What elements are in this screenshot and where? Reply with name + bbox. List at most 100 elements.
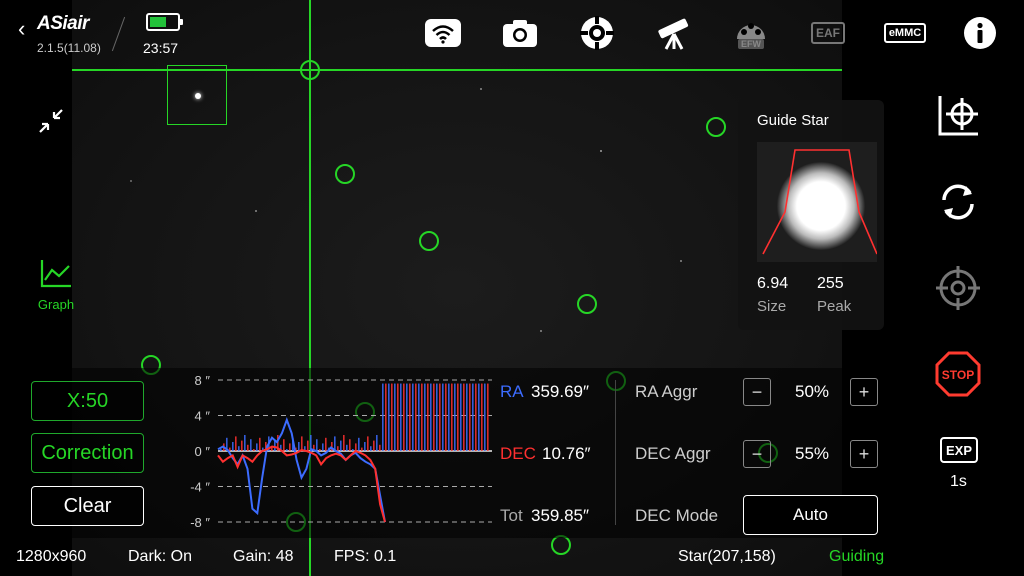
stop-button[interactable]: STOP	[934, 350, 982, 398]
mount-icon[interactable]	[577, 14, 617, 52]
correction-bar	[361, 447, 363, 451]
correction-bar	[325, 437, 327, 451]
camera-icon[interactable]	[500, 14, 540, 52]
y-tick-label: 0 ″	[195, 444, 211, 459]
status-dark: Dark: On	[128, 548, 193, 565]
back-button[interactable]: ‹	[18, 18, 32, 40]
guide-star-size-label: Size	[757, 298, 787, 315]
guide-star-size-value: 6.94	[757, 275, 789, 292]
correction-bar	[376, 435, 378, 451]
correction-bar	[385, 383, 387, 451]
dec-mode-label: DEC Mode	[635, 506, 719, 525]
app-version: 2.1.5(11.08)	[37, 41, 101, 55]
emmc-icon[interactable]: eMMC	[883, 14, 927, 52]
correction-bar	[484, 383, 486, 451]
correction-bar	[301, 436, 303, 451]
battery-icon	[146, 13, 183, 31]
guide-graph[interactable]: 8 ″ 4 ″ 0 ″ -4 ″ -8 ″	[180, 370, 495, 530]
graph-button[interactable]: Graph	[30, 258, 82, 322]
y-tick-label: -8 ″	[190, 515, 210, 530]
correction-bar	[319, 449, 321, 451]
collapse-icon[interactable]	[34, 104, 68, 138]
ra-aggr-minus-button[interactable]: −	[743, 378, 771, 406]
correction-bar	[439, 383, 441, 451]
correction-bar	[454, 383, 456, 451]
eaf-icon[interactable]: EAF	[808, 14, 848, 52]
background-star	[540, 330, 542, 332]
status-star: Star(207,158)	[678, 548, 776, 565]
y-tick-label: 4 ″	[195, 409, 211, 424]
wifi-icon[interactable]	[423, 14, 463, 52]
star-marker	[551, 535, 571, 555]
correction-bar	[253, 449, 255, 451]
guide-star-profile	[757, 142, 878, 262]
correction-bar	[316, 439, 318, 451]
correction-bar	[238, 446, 240, 451]
correction-bar	[346, 444, 348, 451]
tot-value: 359.85″	[531, 506, 590, 525]
correction-bar	[256, 443, 258, 451]
crosshair-center-ring	[300, 60, 320, 80]
dec-aggr-minus-button[interactable]: −	[743, 440, 771, 468]
correction-bar	[436, 383, 438, 451]
graph-icon	[40, 260, 71, 288]
guide-star-title: Guide Star	[757, 112, 829, 129]
efw-icon[interactable]: EFW	[731, 14, 771, 52]
correction-bar	[388, 383, 390, 451]
background-star	[480, 88, 482, 90]
background-star	[600, 150, 602, 152]
correction-bar	[445, 383, 447, 451]
correction-bar	[250, 439, 252, 451]
tot-label: Tot	[500, 506, 523, 525]
correction-bar	[352, 449, 354, 451]
correction-bar	[235, 436, 237, 451]
correction-bar	[283, 439, 285, 451]
dec-value: 10.76″	[542, 444, 591, 463]
dec-aggr-label: DEC Aggr	[635, 444, 711, 463]
correction-bar	[412, 383, 414, 451]
correction-button[interactable]: Correction	[31, 433, 144, 473]
correction-bar	[463, 383, 465, 451]
correction-bar	[259, 437, 261, 451]
correction-bar	[451, 383, 453, 451]
exposure-value: 1s	[950, 473, 967, 490]
correction-bar	[430, 383, 432, 451]
clock: 23:57	[143, 40, 179, 56]
battery-fill	[150, 17, 166, 27]
x-scale-button[interactable]: X:50	[31, 381, 144, 421]
correction-bar	[427, 383, 429, 451]
telescope-icon[interactable]	[654, 14, 694, 52]
eaf-label: EAF	[811, 22, 845, 44]
clear-button[interactable]: Clear	[31, 486, 144, 526]
correction-bar	[442, 383, 444, 451]
loop-icon[interactable]	[934, 178, 982, 226]
correction-bar	[409, 383, 411, 451]
correction-bar	[364, 442, 366, 451]
ra-value: 359.69″	[531, 382, 590, 401]
calibrate-icon[interactable]	[934, 92, 982, 140]
correction-bar	[229, 447, 231, 451]
correction-bar	[460, 383, 462, 451]
correction-bar	[220, 449, 222, 451]
dec-mode-select[interactable]: Auto	[743, 495, 878, 535]
status-guiding: Guiding	[829, 548, 885, 565]
correction-bar	[394, 383, 396, 451]
ra-label: RA	[500, 382, 524, 401]
correction-bar	[373, 440, 375, 451]
correction-bar	[382, 383, 384, 451]
status-gain: Gain: 48	[233, 548, 294, 565]
info-icon[interactable]	[960, 14, 1000, 52]
correction-bar	[298, 442, 300, 451]
guide-target-icon[interactable]	[934, 264, 982, 312]
dec-aggr-plus-button[interactable]: +	[850, 440, 878, 468]
stop-label: STOP	[942, 368, 974, 382]
correction-bar	[406, 383, 408, 451]
ra-aggr-plus-button[interactable]: +	[850, 378, 878, 406]
exposure-button[interactable]: EXP	[940, 437, 978, 463]
correction-bar	[424, 383, 426, 451]
background-star	[255, 210, 257, 212]
correction-bar	[403, 383, 405, 451]
star-marker	[706, 117, 726, 137]
correction-bar	[274, 440, 276, 451]
y-tick-label: 8 ″	[195, 373, 211, 388]
